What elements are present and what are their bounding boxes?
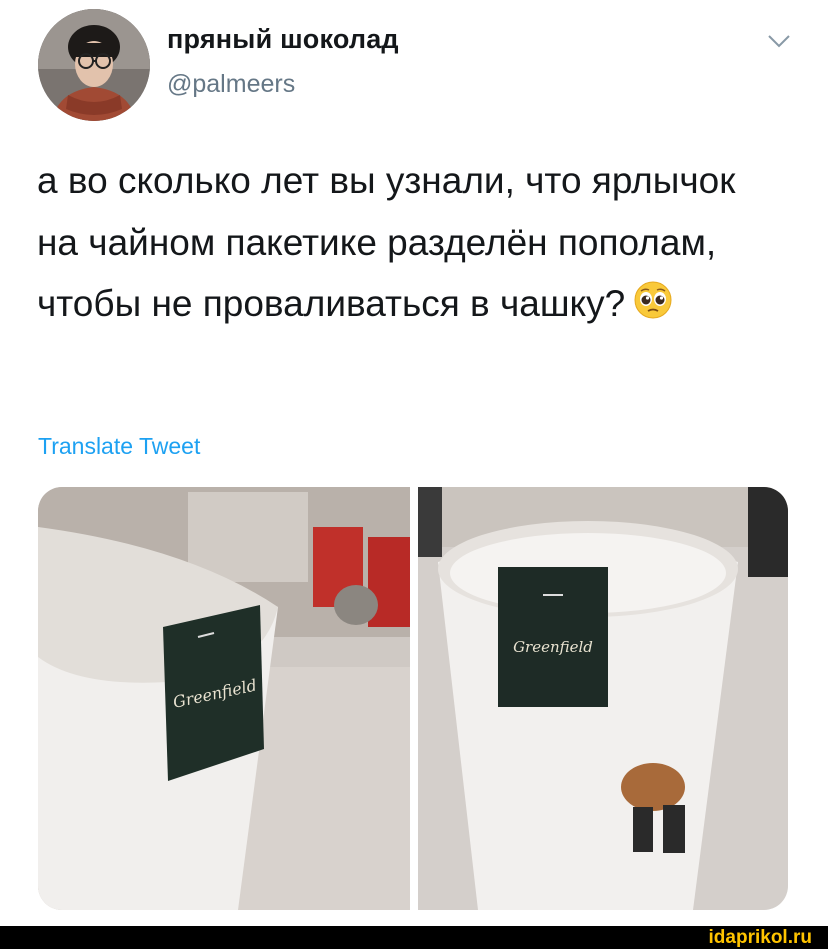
tea-tag-label-2: Greenfield bbox=[513, 638, 593, 656]
tweet-text-container: а во сколько лет вы узнали, что ярлычок … bbox=[37, 150, 757, 335]
watermark-text: idaprikol.ru bbox=[708, 927, 812, 948]
chevron-down-icon[interactable] bbox=[766, 32, 792, 50]
tweet-photo-1[interactable]: Greenfield bbox=[38, 487, 410, 910]
user-handle[interactable]: @palmeers bbox=[167, 70, 295, 99]
photo-mug-closeup: Greenfield bbox=[38, 487, 410, 910]
user-avatar[interactable] bbox=[38, 9, 150, 121]
display-name[interactable]: пряный шоколад bbox=[167, 24, 399, 55]
tweet-text: а во сколько лет вы узнали, что ярлычок … bbox=[37, 160, 736, 324]
pleading-face-icon bbox=[634, 281, 672, 319]
translate-tweet-link[interactable]: Translate Tweet bbox=[38, 433, 200, 460]
watermark-bar: idaprikol.ru bbox=[0, 926, 828, 949]
avatar-image bbox=[38, 9, 150, 121]
photo-mug-front: Greenfield bbox=[418, 487, 788, 910]
tweet-photos: Greenfield Greenfield bbox=[38, 487, 788, 910]
tweet-photo-2[interactable]: Greenfield bbox=[418, 487, 788, 910]
